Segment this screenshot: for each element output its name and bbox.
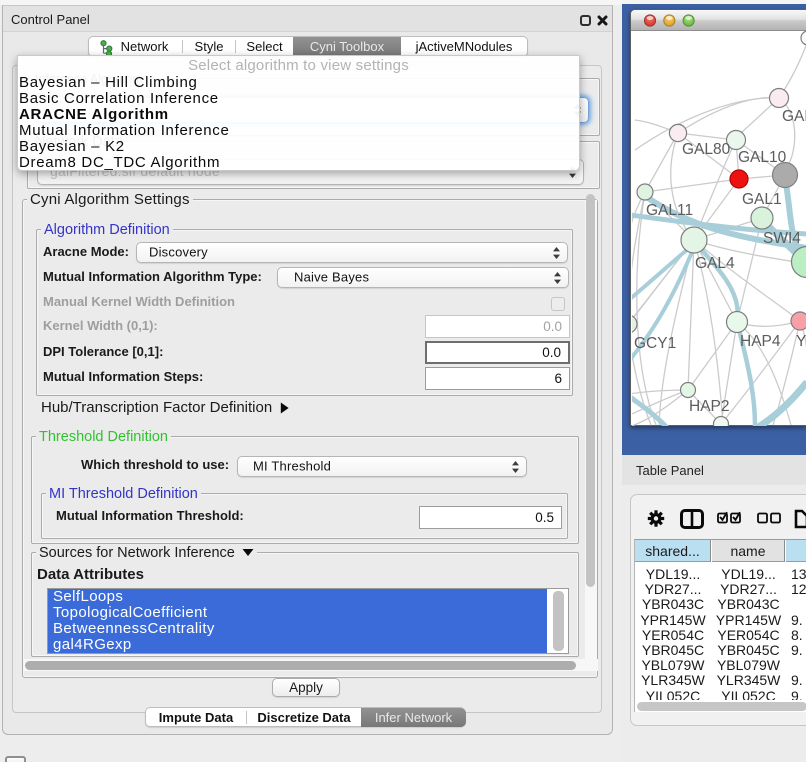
- svg-text:SWI4: SWI4: [763, 230, 801, 247]
- svg-text:GAL10: GAL10: [738, 149, 787, 166]
- svg-text:GAL1: GAL1: [742, 191, 782, 208]
- svg-text:GAL: GAL: [782, 108, 806, 125]
- svg-text:HAP2: HAP2: [689, 398, 730, 415]
- svg-text:GAL11: GAL11: [646, 202, 693, 219]
- svg-text:GCY1: GCY1: [634, 335, 676, 352]
- svg-text:GAL4: GAL4: [695, 255, 735, 272]
- svg-text:Y: Y: [796, 333, 806, 350]
- svg-text:HAP4: HAP4: [740, 333, 781, 350]
- svg-text:GAL80: GAL80: [682, 141, 731, 158]
